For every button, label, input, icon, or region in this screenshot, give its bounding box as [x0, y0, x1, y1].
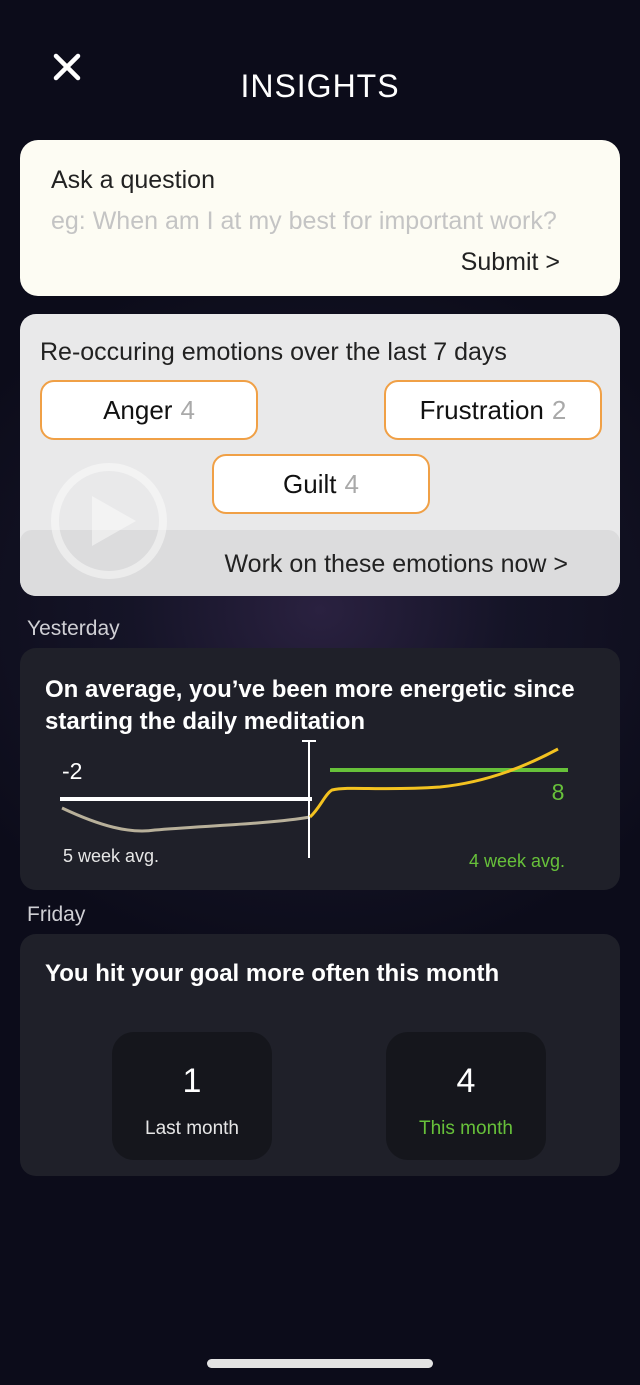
page-title: INSIGHTS: [240, 68, 400, 104]
home-indicator[interactable]: [207, 1359, 433, 1368]
goal-insight-card: You hit your goal more often this month …: [20, 934, 620, 1176]
last-month-value: 1: [182, 1062, 202, 1100]
emotion-count: 4: [344, 468, 359, 499]
emotion-chip-frustration[interactable]: Frustration 2: [384, 380, 602, 440]
emotion-count: 2: [551, 394, 567, 425]
question-input[interactable]: [51, 204, 601, 238]
emotion-name: Anger: [103, 394, 173, 425]
recurring-emotions-card: Re-occuring emotions over the last 7 day…: [20, 314, 620, 596]
this-month-stat: 4 This month: [386, 1032, 546, 1160]
emotion-name: Guilt: [283, 468, 337, 499]
section-label-friday: Friday: [27, 903, 86, 926]
play-icon[interactable]: [48, 460, 170, 582]
energy-comparison-chart: -2 8 5 week avg. 4 week avg.: [60, 740, 568, 871]
emotion-name: Frustration: [419, 394, 544, 425]
after-average-label: 4 week avg.: [469, 851, 565, 871]
emotion-count: 4: [180, 394, 195, 425]
before-trend-line: [61, 806, 311, 833]
this-month-label: This month: [419, 1118, 513, 1139]
ask-question-card: Ask a question Submit >: [20, 140, 620, 296]
emotion-chip-anger[interactable]: Anger 4: [40, 380, 258, 440]
last-month-label: Last month: [145, 1118, 239, 1139]
after-trend-line: [308, 747, 559, 819]
before-value: -2: [62, 758, 82, 784]
emotion-chip-guilt[interactable]: Guilt 4: [212, 454, 430, 514]
before-average-label: 5 week avg.: [63, 846, 159, 866]
work-on-emotions-label: Work on these emotions now >: [224, 550, 568, 578]
emotions-title: Re-occuring emotions over the last 7 day…: [40, 338, 507, 366]
after-value: 8: [552, 779, 565, 805]
energy-insight-card: On average, you’ve been more energetic s…: [20, 648, 620, 890]
last-month-stat: 1 Last month: [112, 1032, 272, 1160]
section-label-yesterday: Yesterday: [27, 617, 120, 640]
goal-insight-title: You hit your goal more often this month: [45, 960, 500, 987]
this-month-value: 4: [456, 1062, 476, 1100]
submit-button[interactable]: Submit >: [461, 248, 560, 277]
ask-question-label: Ask a question: [51, 166, 215, 194]
